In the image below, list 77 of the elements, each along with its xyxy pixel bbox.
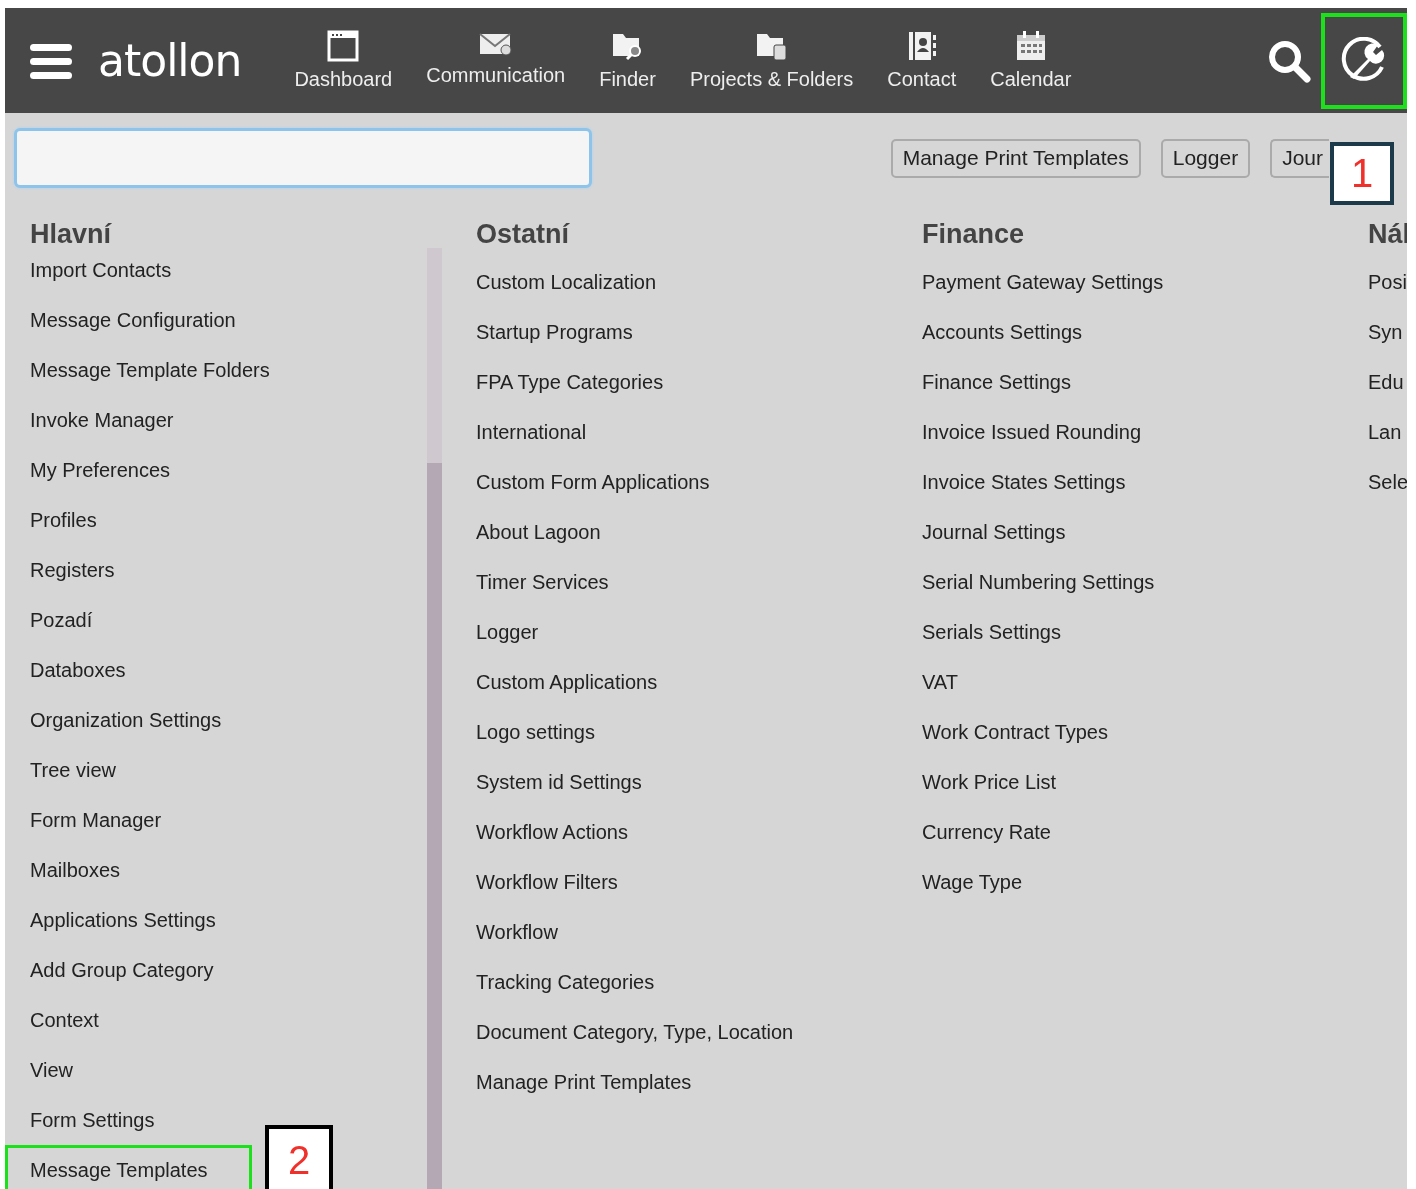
settings-link[interactable]: Message Templates <box>30 1158 208 1182</box>
settings-link[interactable]: Wage Type <box>922 870 1023 894</box>
settings-link[interactable]: Payment Gateway Settings <box>922 270 1164 294</box>
settings-link[interactable]: Message Template Folders <box>30 358 270 382</box>
settings-link[interactable]: System id Settings <box>476 770 642 794</box>
settings-link[interactable]: VAT <box>922 670 958 694</box>
settings-link[interactable]: Startup Programs <box>476 320 633 344</box>
nav-tab[interactable]: Calendar <box>973 30 1089 91</box>
settings-link[interactable]: Import Contacts <box>30 258 172 282</box>
settings-link[interactable]: Organization Settings <box>30 708 222 732</box>
search-field[interactable] <box>14 128 592 188</box>
settings-link[interactable]: Sele <box>1368 470 1407 494</box>
callout-number: 1 <box>1330 142 1394 205</box>
envelope-icon <box>478 30 513 58</box>
settings-link[interactable]: Add Group Category <box>30 958 214 982</box>
settings-link[interactable]: Custom Applications <box>476 670 658 694</box>
settings-link[interactable]: Workflow <box>476 920 558 944</box>
settings-link[interactable]: Serial Numbering Settings <box>922 570 1155 594</box>
settings-link[interactable]: Posi <box>1368 270 1407 294</box>
search-icon[interactable] <box>1267 38 1311 83</box>
settings-link[interactable]: Custom Form Applications <box>476 470 710 494</box>
settings-link[interactable]: Timer Services <box>476 570 609 594</box>
toolbar-button[interactable]: Manage Print Templates <box>890 138 1141 178</box>
settings-link[interactable]: Applications Settings <box>30 908 216 932</box>
settings-link[interactable]: Invoice Issued Rounding <box>922 420 1142 444</box>
settings-link[interactable]: FPA Type Categories <box>476 370 664 394</box>
nav-tab[interactable]: Finder <box>582 30 673 91</box>
nav-tab[interactable]: Dashboard <box>277 30 410 91</box>
settings-link[interactable]: Logo settings <box>476 720 595 744</box>
settings-link[interactable]: Mailboxes <box>30 858 121 882</box>
nav-tab[interactable]: Projects & Folders <box>672 30 871 91</box>
settings-button[interactable] <box>1321 12 1407 109</box>
settings-link[interactable]: Serials Settings <box>922 620 1061 644</box>
settings-link[interactable]: Form Manager <box>30 808 162 832</box>
nav-tab[interactable]: Contact <box>870 30 974 91</box>
settings-link[interactable]: Message Configuration <box>30 308 236 332</box>
toolbar-button[interactable]: Jour <box>1270 138 1329 178</box>
settings-link[interactable]: Pozadí <box>30 608 93 632</box>
settings-link[interactable]: Work Price List <box>922 770 1057 794</box>
settings-link[interactable]: Lan <box>1368 420 1402 444</box>
window-icon <box>327 30 360 62</box>
settings-link[interactable]: Finance Settings <box>922 370 1071 394</box>
settings-link[interactable]: Logger <box>476 620 539 644</box>
column-heading: Hlavní <box>30 218 112 251</box>
settings-link[interactable]: Tracking Categories <box>476 970 655 994</box>
settings-link[interactable]: Custom Localization <box>476 270 657 294</box>
settings-link[interactable]: Syn <box>1368 320 1403 344</box>
settings-link[interactable]: Invoke Manager <box>30 408 174 432</box>
toolbar-button[interactable]: Logger <box>1160 138 1251 178</box>
settings-link[interactable]: Form Settings <box>30 1108 155 1132</box>
settings-link[interactable]: Accounts Settings <box>922 320 1083 344</box>
calendar-icon <box>1014 30 1047 62</box>
nav-tab[interactable]: Communication <box>409 30 583 91</box>
settings-link[interactable]: My Preferences <box>30 458 171 482</box>
settings-link[interactable]: Document Category, Type, Location <box>476 1020 794 1044</box>
settings-link[interactable]: Workflow Filters <box>476 870 618 894</box>
settings-link[interactable]: Databoxes <box>30 658 126 682</box>
menu-icon[interactable] <box>30 41 72 80</box>
settings-link[interactable]: Workflow Actions <box>476 820 628 844</box>
settings-link[interactable]: Work Contract Types <box>922 720 1108 744</box>
settings-link[interactable]: Manage Print Templates <box>476 1070 692 1094</box>
settings-link[interactable]: Journal Settings <box>922 520 1066 544</box>
settings-link[interactable]: International <box>476 420 587 444</box>
settings-link[interactable]: View <box>30 1058 73 1082</box>
settings-link[interactable]: Registers <box>30 558 115 582</box>
logo: atollon <box>98 35 242 86</box>
settings-link[interactable]: Currency Rate <box>922 820 1051 844</box>
settings-link[interactable]: About Lagoon <box>476 520 601 544</box>
callout-number: 2 <box>265 1125 333 1189</box>
settings-link[interactable]: Tree view <box>30 758 116 782</box>
settings-link[interactable]: Invoice States Settings <box>922 470 1126 494</box>
column-heading: Finance <box>922 218 1025 251</box>
scrollbar[interactable] <box>427 248 442 1189</box>
settings-link[interactable]: Edu <box>1368 370 1404 394</box>
column-heading: Ostatní <box>476 218 569 251</box>
settings-link[interactable]: Context <box>30 1008 99 1032</box>
settings-link[interactable]: Profiles <box>30 508 97 532</box>
